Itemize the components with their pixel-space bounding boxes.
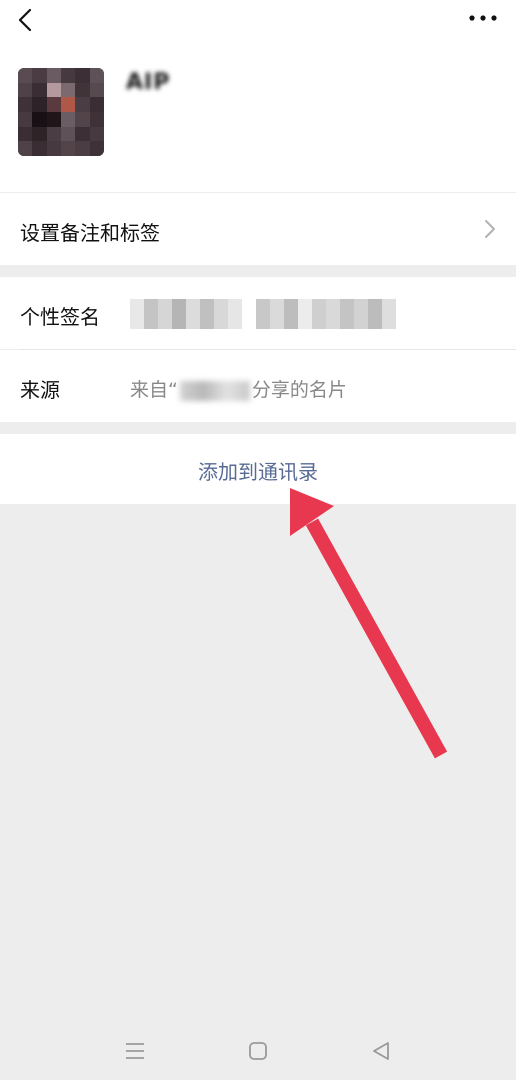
source-value: 来自“ 分享的名片	[130, 375, 347, 402]
profile-name: AIP	[126, 70, 171, 95]
chevron-left-icon	[18, 8, 32, 32]
avatar-pixelated-image	[18, 68, 104, 156]
source-name-pixelated	[179, 380, 250, 401]
source-label: 来源	[20, 378, 60, 402]
top-bar	[0, 0, 516, 44]
signature-label: 个性签名	[20, 305, 100, 329]
nav-back-button[interactable]	[368, 1038, 394, 1064]
source-suffix: 分享的名片	[251, 379, 347, 401]
add-contact-label: 添加到通讯录	[198, 460, 318, 484]
source-row: 来源 来自“ 分享的名片	[0, 350, 516, 422]
chevron-right-icon	[485, 220, 495, 238]
system-nav-bar	[0, 1020, 516, 1080]
nav-menu-button[interactable]	[122, 1038, 148, 1064]
nav-home-button[interactable]	[245, 1038, 271, 1064]
signature-row: 个性签名	[0, 277, 516, 349]
signature-value-pixelated	[130, 299, 242, 329]
menu-icon	[126, 1043, 144, 1059]
triangle-back-icon	[373, 1042, 389, 1060]
avatar[interactable]	[18, 68, 104, 156]
profile-header: AIP	[0, 44, 516, 192]
home-square-icon	[249, 1042, 267, 1060]
more-dots-icon	[469, 15, 497, 21]
remark-tag-row[interactable]: 设置备注和标签	[0, 193, 516, 265]
back-button[interactable]	[12, 4, 42, 36]
add-contact-button[interactable]: 添加到通讯录	[0, 434, 516, 504]
source-prefix: 来自“	[130, 379, 178, 401]
signature-value-pixelated-2	[256, 299, 396, 329]
more-button[interactable]	[468, 10, 498, 26]
remark-tag-label: 设置备注和标签	[20, 221, 160, 245]
